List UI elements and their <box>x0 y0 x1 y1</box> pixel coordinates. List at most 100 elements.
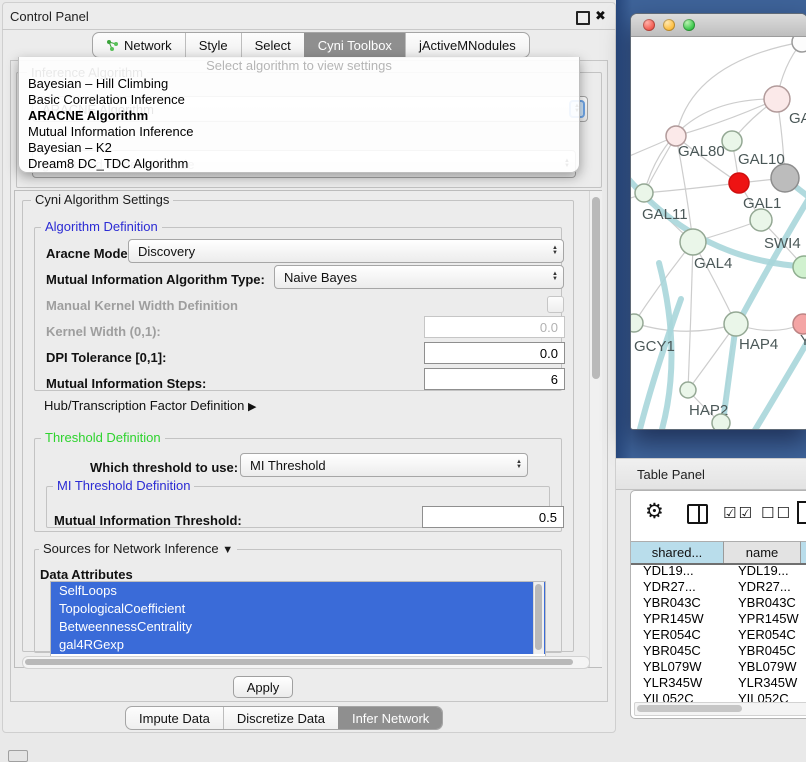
algorithm-option-aracne-algorithm[interactable]: ARACNE Algorithm <box>19 108 579 124</box>
settings-vertical-scrollbar[interactable] <box>589 191 602 667</box>
tab-label: Style <box>199 38 228 53</box>
tab-jactivemnodules[interactable]: jActiveMNodules <box>405 33 529 57</box>
algorithm-option-bayesian-hill-climbing[interactable]: Bayesian – Hill Climbing <box>19 76 579 92</box>
network-node[interactable] <box>792 37 806 52</box>
network-node-gal[interactable] <box>764 86 790 112</box>
scrollbar-thumb[interactable] <box>637 705 742 712</box>
table-horizontal-scrollbar[interactable] <box>634 702 806 716</box>
select-all-checked-icon[interactable]: ☑☑ <box>723 504 754 522</box>
network-node-y[interactable] <box>793 314 806 334</box>
tab-infer-network[interactable]: Infer Network <box>338 707 442 729</box>
attribute-item-betweennesscentrality[interactable]: BetweennessCentrality <box>51 618 545 636</box>
algorithm-option-mutual-information-inference[interactable]: Mutual Information Inference <box>19 124 579 140</box>
network-node-gal1[interactable] <box>750 209 772 231</box>
close-traffic-light[interactable] <box>643 19 655 31</box>
network-node-swi4[interactable] <box>793 256 806 278</box>
network-window-titlebar[interactable] <box>631 14 806 37</box>
node-label: GAL80 <box>678 143 725 160</box>
apply-button[interactable]: Apply <box>233 676 293 698</box>
table-row[interactable]: YPR145WYPR145W9. <box>631 611 806 627</box>
network-node[interactable] <box>729 173 749 193</box>
tab-impute-data[interactable]: Impute Data <box>126 707 223 729</box>
network-node-gcy1[interactable] <box>631 314 643 332</box>
column-header-name[interactable]: name <box>724 541 801 563</box>
table-row[interactable]: YDR27...YDR27...12 <box>631 579 806 595</box>
network-edge[interactable] <box>688 242 693 390</box>
control-panel-tab-bar: Network Style SelectCyni Toolbox jActiveMNo… <box>92 32 530 58</box>
node-label: HAP4 <box>739 336 778 353</box>
attributes-vertical-scrollbar[interactable] <box>533 582 544 654</box>
which-threshold-select[interactable]: MI Threshold ▲▼ <box>240 453 528 477</box>
table-row[interactable]: YDL19...YDL19...13 <box>631 563 806 579</box>
scrollbar-thumb[interactable] <box>592 197 600 379</box>
column-header-shared-[interactable]: shared... <box>631 541 724 563</box>
sources-group-title-row[interactable]: Sources for Network Inference ▼ <box>39 541 237 556</box>
attribute-item-selfloops[interactable]: SelfLoops <box>51 582 545 600</box>
network-edge[interactable] <box>639 299 681 430</box>
close-icon[interactable]: ✖ <box>595 8 606 24</box>
network-glyph-icon <box>106 39 119 52</box>
network-node[interactable] <box>712 414 730 430</box>
settings-gear-icon[interactable]: ⚙ <box>645 499 664 524</box>
kernel-width-field[interactable]: 0.0 <box>424 316 565 338</box>
column-layout-icon[interactable] <box>687 504 708 524</box>
mi-algorithm-type-label: Mutual Information Algorithm Type: <box>46 272 265 287</box>
mi-algorithm-type-select[interactable]: Naive Bayes ▲▼ <box>274 265 564 289</box>
sources-group-title: Sources for Network Inference <box>43 541 219 556</box>
network-node-gal11[interactable] <box>635 184 653 202</box>
network-node-hap2[interactable] <box>680 382 696 398</box>
mi-steps-field[interactable]: 6 <box>424 368 565 390</box>
tab-style[interactable]: Style <box>185 33 241 57</box>
scrollbar-thumb[interactable] <box>25 659 573 665</box>
network-edge[interactable] <box>634 323 736 331</box>
aracne-mode-value: Discovery <box>138 244 195 259</box>
expand-arrow-icon[interactable]: ▶ <box>248 401 256 413</box>
mi-threshold-field[interactable]: 0.5 <box>422 506 564 528</box>
algorithm-option-bayesian-k2[interactable]: Bayesian – K2 <box>19 140 579 156</box>
table-row[interactable]: YER054CYER054C8. <box>631 627 806 643</box>
zoom-traffic-light[interactable] <box>683 19 695 31</box>
tab-discretize-data[interactable]: Discretize Data <box>223 707 338 729</box>
network-node[interactable] <box>771 164 799 192</box>
attribute-item-gal4rgexp[interactable]: gal4RGexp <box>51 636 545 654</box>
tab-label: jActiveMNodules <box>419 38 516 53</box>
attribute-item-topologicalcoefficient[interactable]: TopologicalCoefficient <box>51 600 545 618</box>
table-row[interactable]: YBR043CYBR043C <box>631 595 806 611</box>
select-none-unchecked-icon[interactable]: ☐☐ <box>761 504 792 522</box>
settings-horizontal-scrollbar[interactable] <box>22 656 590 669</box>
panel-corner-button[interactable] <box>8 750 28 762</box>
tab-cyni-toolbox[interactable]: Cyni Toolbox <box>304 33 405 57</box>
table-row[interactable]: YBR045CYBR045C9. <box>631 643 806 659</box>
dpi-tolerance-field[interactable]: 0.0 <box>424 342 565 364</box>
algorithm-definition-title: Algorithm Definition <box>41 219 162 234</box>
new-table-icon[interactable] <box>797 501 806 524</box>
minimize-traffic-light[interactable] <box>663 19 675 31</box>
table-row[interactable]: YLR345WYLR345W9. <box>631 675 806 691</box>
network-node-gal4[interactable] <box>680 229 706 255</box>
network-node-gal10[interactable] <box>722 131 742 151</box>
algorithm-option-basic-correlation-inference[interactable]: Basic Correlation Inference <box>19 92 579 108</box>
aracne-mode-select[interactable]: Discovery ▲▼ <box>128 239 564 263</box>
screenshot-root: Control Panel ✖ NetworkStyleSelectCyni T… <box>0 0 806 762</box>
column-header-2[interactable] <box>801 541 806 563</box>
algorithm-option-dream8-dc-tdc-algorithm[interactable]: Dream8 DC_TDC Algorithm <box>19 156 579 172</box>
node-label: GAL <box>789 110 806 127</box>
scrollbar-thumb[interactable] <box>535 584 542 650</box>
network-node-hap4[interactable] <box>724 312 748 336</box>
hub-definition-toggle[interactable]: Hub/Transcription Factor Definition ▶ <box>44 398 256 413</box>
data-attributes-list[interactable]: SelfLoopsTopologicalCoefficientBetweenne… <box>50 581 546 657</box>
node-label: Y <box>800 332 806 349</box>
float-window-icon[interactable] <box>576 11 590 25</box>
network-view-window: GALGAL80GAL10GAL1GAL11SWI4GAL4GCY1HAP4YH… <box>630 13 806 430</box>
stepper-arrows-icon: ▲▼ <box>552 246 558 256</box>
tab-network[interactable]: Network <box>93 33 185 57</box>
manual-kernel-checkbox[interactable] <box>547 296 564 313</box>
collapse-arrow-icon[interactable]: ▼ <box>222 544 233 556</box>
table-cell: YLR345W <box>631 675 724 691</box>
table-cell <box>801 659 806 675</box>
network-edge[interactable] <box>644 183 739 193</box>
table-row[interactable]: YBL079WYBL079W <box>631 659 806 675</box>
tab-select[interactable]: Select <box>241 33 304 57</box>
table-cell: YLR345W <box>724 675 801 691</box>
network-canvas[interactable]: GALGAL80GAL10GAL1GAL11SWI4GAL4GCY1HAP4YH… <box>631 37 806 430</box>
